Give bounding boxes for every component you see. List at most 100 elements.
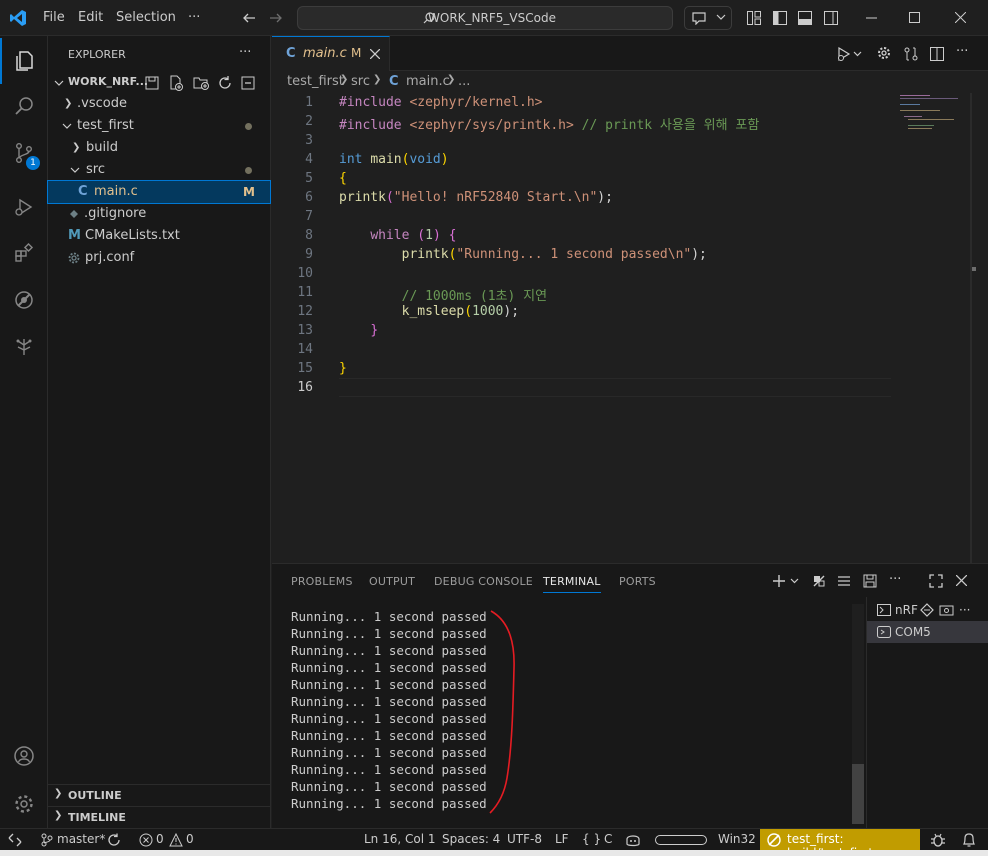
- toggle-primary-sidebar-icon[interactable]: [772, 10, 788, 26]
- tree-item-main-c[interactable]: C main.c M: [47, 180, 271, 204]
- customize-layout-icon[interactable]: [746, 10, 762, 26]
- accounts-icon[interactable]: [0, 733, 48, 779]
- close-icon[interactable]: [955, 12, 966, 23]
- new-file-icon[interactable]: [145, 75, 159, 91]
- breadcrumb-folder[interactable]: src: [351, 74, 370, 89]
- save-output-icon[interactable]: [863, 574, 877, 588]
- indentation[interactable]: Spaces: 4: [442, 832, 500, 846]
- chevron-down-icon: [54, 79, 64, 87]
- terminal-item-nrf[interactable]: nRF ···: [867, 599, 988, 621]
- extensions-icon[interactable]: [0, 230, 48, 276]
- copilot-chat-button[interactable]: [684, 6, 732, 30]
- tree-item-build[interactable]: ❯ build: [48, 137, 270, 159]
- notifications-bell-icon[interactable]: [962, 832, 976, 848]
- maximize-icon[interactable]: [909, 12, 920, 23]
- sync-icon[interactable]: [107, 833, 123, 847]
- tree-item-src[interactable]: src: [48, 159, 270, 181]
- terminal-scrollbar-thumb[interactable]: [852, 764, 864, 824]
- menu-file[interactable]: File: [43, 10, 65, 25]
- collapse-all-icon[interactable]: [241, 75, 255, 91]
- run-debug-dropdown-icon[interactable]: [837, 46, 863, 62]
- minimize-icon[interactable]: [866, 17, 877, 19]
- terminal-line: Running... 1 second passed: [291, 660, 487, 675]
- terminal-line: Running... 1 second passed: [291, 762, 487, 777]
- markdown-m-icon: M: [68, 228, 81, 243]
- source-control-icon[interactable]: 1: [0, 130, 48, 176]
- toggle-secondary-sidebar-icon[interactable]: [823, 10, 839, 26]
- new-terminal-plus-icon[interactable]: [772, 574, 800, 588]
- warning-count[interactable]: 0: [186, 832, 194, 846]
- menu-selection[interactable]: Selection: [116, 10, 176, 25]
- breadcrumb-file[interactable]: main.c: [406, 74, 450, 89]
- maximize-panel-icon[interactable]: [929, 574, 943, 588]
- end-of-line[interactable]: LF: [555, 832, 569, 846]
- settings-gear-icon[interactable]: [0, 781, 48, 827]
- chevron-right-icon: ❯: [54, 810, 63, 821]
- timeline-label: TIMELINE: [68, 811, 126, 824]
- tab-main-c[interactable]: C main.c M: [272, 36, 390, 71]
- bottom-panel: PROBLEMS OUTPUT DEBUG CONSOLE TERMINAL P…: [272, 563, 988, 829]
- outline-section[interactable]: ❯ OUTLINE: [48, 784, 270, 806]
- tree-item-label: CMakeLists.txt: [85, 228, 180, 243]
- forward-arrow-icon[interactable]: [269, 11, 283, 25]
- outline-label: OUTLINE: [68, 789, 122, 802]
- explorer-more-button[interactable]: ···: [239, 45, 251, 60]
- chevron-right-icon: ❯: [72, 142, 81, 153]
- tree-item-prj-conf[interactable]: prj.conf: [48, 247, 270, 269]
- breadcrumb-symbol[interactable]: ...: [458, 74, 470, 89]
- menu-more[interactable]: ···: [188, 10, 200, 25]
- list-icon[interactable]: [837, 574, 851, 588]
- tab-ports[interactable]: PORTS: [619, 575, 656, 588]
- settings-gear-icon[interactable]: [877, 46, 891, 60]
- kill-terminal-icon[interactable]: [812, 574, 826, 588]
- tree-item-cmakelists[interactable]: M CMakeLists.txt: [48, 225, 270, 247]
- debug-bug-icon[interactable]: [930, 832, 946, 848]
- device-tree-icon[interactable]: [0, 324, 48, 370]
- tab-terminal[interactable]: TERMINAL: [543, 575, 601, 593]
- tree-item-vscode[interactable]: ❯ .vscode: [48, 93, 270, 115]
- copilot-icon[interactable]: [625, 833, 641, 847]
- panel-more-button[interactable]: ···: [889, 572, 901, 587]
- refresh-icon[interactable]: [218, 75, 232, 91]
- tree-item-test-first[interactable]: test_first: [48, 115, 270, 137]
- run-debug-icon[interactable]: [0, 184, 48, 230]
- vertical-scrollbar[interactable]: [970, 93, 972, 563]
- toggle-panel-icon[interactable]: [797, 10, 813, 26]
- explorer-icon[interactable]: [0, 38, 48, 84]
- platform[interactable]: Win32: [718, 832, 756, 846]
- terminal-item-com5[interactable]: COM5: [867, 621, 988, 643]
- tab-output[interactable]: OUTPUT: [369, 575, 415, 588]
- build-config-badge[interactable]: test_first: build/test_first: [760, 829, 920, 856]
- command-center-search[interactable]: WORK_NRF5_VSCode: [297, 6, 673, 30]
- search-icon[interactable]: [0, 84, 48, 130]
- close-panel-icon[interactable]: [956, 575, 967, 586]
- timeline-section[interactable]: ❯ TIMELINE: [48, 806, 270, 828]
- tab-close-icon[interactable]: [370, 49, 380, 59]
- git-file-icon: [70, 210, 78, 218]
- new-file-plus-icon[interactable]: [169, 75, 183, 91]
- terminal-item-label: nRF: [895, 603, 918, 617]
- code-editor[interactable]: 1 2 3 4 5 6 7 8 9 10 11 12 13 14 15 16 #…: [272, 93, 976, 563]
- git-branch-label[interactable]: master*: [57, 832, 105, 846]
- cursor-position[interactable]: Ln 16, Col 1: [364, 832, 436, 846]
- minimap[interactable]: [898, 93, 958, 133]
- line-number: 5: [305, 171, 313, 186]
- remote-icon[interactable]: [8, 833, 22, 847]
- new-folder-icon[interactable]: [193, 75, 209, 91]
- terminal-scrollbar[interactable]: [852, 604, 864, 824]
- nrf-connect-icon[interactable]: [0, 277, 48, 323]
- split-editor-icon[interactable]: [929, 46, 945, 62]
- error-count[interactable]: 0: [156, 832, 164, 846]
- config-gear-icon: [68, 252, 80, 264]
- tree-item-gitignore[interactable]: .gitignore: [48, 203, 270, 225]
- tab-problems[interactable]: PROBLEMS: [291, 575, 353, 588]
- editor-more-button[interactable]: ···: [956, 44, 968, 59]
- workspace-root[interactable]: WORK_NRF...: [48, 72, 270, 94]
- breadcrumb-folder[interactable]: test_first: [287, 74, 344, 89]
- back-arrow-icon[interactable]: [242, 11, 256, 25]
- tab-debug-console[interactable]: DEBUG CONSOLE: [434, 575, 533, 588]
- language-mode[interactable]: C: [604, 832, 612, 846]
- compare-changes-icon[interactable]: [903, 46, 919, 62]
- encoding[interactable]: UTF-8: [507, 832, 542, 846]
- menu-edit[interactable]: Edit: [78, 10, 103, 25]
